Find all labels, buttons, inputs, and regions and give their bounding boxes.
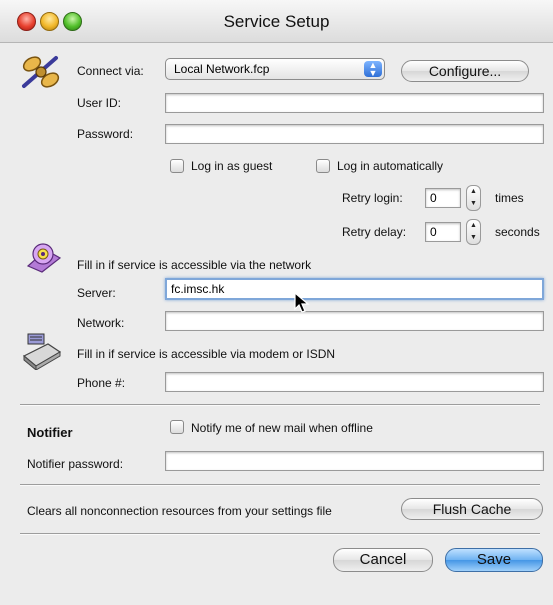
retry-login-field[interactable]: 0 — [425, 188, 461, 208]
network-section-heading: Fill in if service is accessible via the… — [77, 258, 312, 272]
configure-button[interactable]: Configure... — [401, 60, 529, 82]
service-setup-window: Service Setup Connect via: Local Network… — [0, 0, 553, 605]
retry-delay-stepper[interactable]: ▲ ▼ — [466, 219, 481, 245]
network-label: Network: — [77, 316, 125, 330]
cache-description: Clears all nonconnection resources from … — [27, 504, 332, 518]
server-field[interactable]: fc.imsc.hk — [165, 278, 544, 300]
connect-via-select[interactable]: Local Network.fcp ▲ ▼ — [165, 58, 385, 80]
modem-section-heading: Fill in if service is accessible via mod… — [77, 347, 336, 361]
retry-delay-field[interactable]: 0 — [425, 222, 461, 242]
mouse-pointer-icon — [294, 292, 310, 313]
retry-delay-unit: seconds — [495, 225, 540, 239]
network-field[interactable] — [165, 311, 544, 331]
divider-footer — [20, 533, 540, 535]
user-id-label: User ID: — [77, 96, 122, 110]
divider-cache — [20, 484, 540, 486]
connection-icon — [22, 56, 60, 88]
cancel-button[interactable]: Cancel — [333, 548, 433, 572]
notify-offline-checkbox[interactable] — [170, 420, 184, 434]
network-icon — [26, 243, 62, 273]
retry-login-stepper[interactable]: ▲ ▼ — [466, 185, 481, 211]
retry-login-label: Retry login: — [342, 191, 403, 205]
divider-notifier — [20, 404, 540, 406]
modem-icon — [22, 333, 62, 370]
auto-login-label: Log in automatically — [337, 159, 444, 173]
notify-offline-label: Notify me of new mail when offline — [191, 421, 373, 435]
guest-checkbox[interactable] — [170, 159, 184, 173]
phone-field[interactable] — [165, 372, 544, 392]
password-label: Password: — [77, 127, 134, 141]
server-label: Server: — [77, 286, 116, 300]
retry-login-unit: times — [495, 191, 524, 205]
save-button[interactable]: Save — [445, 548, 543, 572]
select-arrows-icon: ▲ ▼ — [364, 61, 382, 78]
connect-via-value: Local Network.fcp — [174, 62, 270, 76]
retry-delay-label: Retry delay: — [342, 225, 407, 239]
phone-label: Phone #: — [77, 376, 126, 390]
title-bar: Service Setup — [0, 0, 553, 43]
notifier-heading: Notifier — [27, 425, 73, 440]
auto-login-checkbox[interactable] — [316, 159, 330, 173]
password-field[interactable] — [165, 124, 544, 144]
flush-cache-button[interactable]: Flush Cache — [401, 498, 543, 520]
connect-via-label: Connect via: — [77, 64, 144, 78]
window-title: Service Setup — [223, 12, 330, 31]
notifier-password-field[interactable] — [165, 451, 544, 471]
notifier-password-label: Notifier password: — [27, 457, 124, 471]
guest-label: Log in as guest — [191, 159, 273, 173]
user-id-field[interactable] — [165, 93, 544, 113]
